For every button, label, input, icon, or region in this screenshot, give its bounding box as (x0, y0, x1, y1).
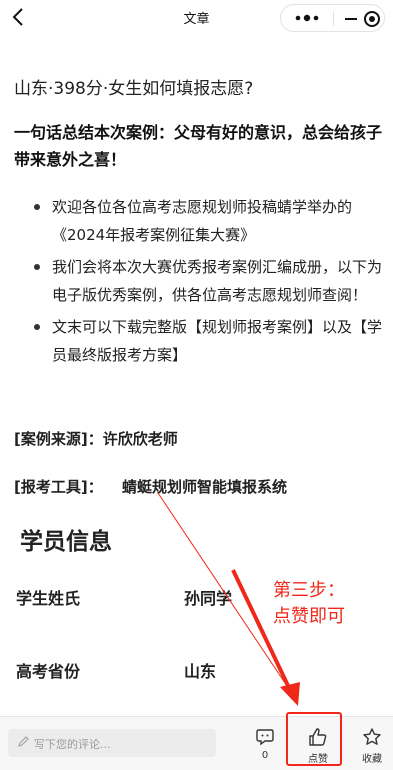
collect-button[interactable]: 收藏 (355, 727, 389, 765)
comment-icon (256, 729, 274, 746)
more-dots-icon[interactable] (293, 12, 321, 24)
capsule-divider (333, 11, 334, 26)
comment-placeholder: 写下您的评论... (34, 738, 111, 751)
case-tool: [报考工具]： 蜻蜓规划师智能填报系统 (14, 476, 287, 497)
field-label-province: 高考省份 (16, 662, 81, 681)
nav-bar: 文章 (0, 0, 393, 36)
bullet-item: 我们会将本次大赛优秀报考案例汇编成册，以下为电子版优秀案例，供各位高考志愿规划师… (14, 253, 384, 309)
field-label-surname: 学生姓氏 (16, 589, 81, 608)
comment-input[interactable]: 写下您的评论... (8, 729, 216, 757)
step-annotation: 第三步： 点赞即可 (273, 578, 383, 630)
close-target-icon[interactable] (363, 10, 381, 28)
section-title: 学员信息 (20, 529, 112, 555)
collect-label: 收藏 (362, 754, 382, 765)
case-source: [案例来源]：许欣欣老师 (14, 430, 178, 448)
like-highlight-box (286, 712, 342, 766)
comment-count: 0 (261, 750, 269, 761)
article-summary: 一句话总结本次案例：父母有好的意识，总会给孩子带来意外之喜！ (14, 123, 383, 169)
bullet-item: 欢迎各位各位高考志愿规划师投稿蜻学举办的《2024年报考案例征集大赛》 (14, 193, 384, 249)
annotation-line-1: 第三步： (273, 580, 345, 601)
annotation-line-2: 点赞即可 (273, 606, 345, 627)
bullet-list: 欢迎各位各位高考志愿规划师投稿蜻学举办的《2024年报考案例征集大赛》 我们会将… (14, 193, 384, 373)
article-question: 山东·398分·女生如何填报志愿? (14, 79, 254, 99)
field-value-surname: 孙同学 (184, 589, 233, 608)
pencil-icon (18, 736, 29, 747)
minimize-icon[interactable] (343, 11, 359, 27)
mini-program-capsule (280, 4, 385, 32)
comment-button[interactable]: 0 (253, 727, 277, 761)
annotation-arrow (157, 492, 300, 706)
case-tool-value: 蜻蜓规划师智能填报系统 (122, 478, 288, 496)
field-value-province: 山东 (184, 662, 217, 681)
case-tool-label: [报考工具]： (14, 478, 103, 496)
star-icon (363, 728, 381, 745)
bullet-item: 文末可以下载完整版【规划师报考案例】以及【学员最终版报考方案】 (14, 313, 384, 369)
